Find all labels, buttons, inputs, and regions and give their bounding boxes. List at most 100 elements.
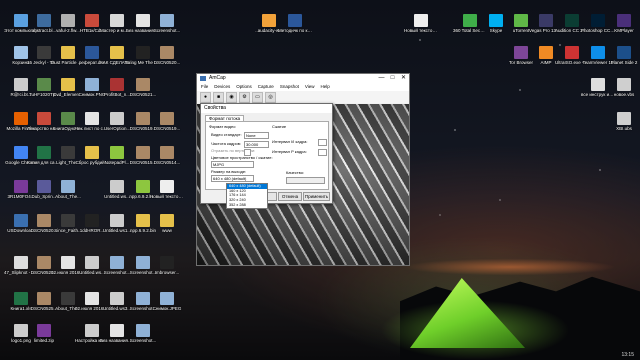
menu-view[interactable]: View (305, 83, 315, 91)
file-icon (14, 78, 28, 91)
desktop-icon-label: KMPlayer (614, 28, 634, 33)
color-space-select[interactable]: MJPG (211, 161, 254, 168)
cancel-button[interactable]: Отмена (278, 192, 302, 201)
file-icon (37, 256, 51, 269)
file-icon (85, 214, 99, 227)
folder-icon[interactable]: ▭ (252, 92, 263, 103)
menu-options[interactable]: Options (236, 83, 252, 91)
size-option[interactable]: 352 x 288 (227, 203, 267, 208)
file-icon (37, 46, 51, 59)
apply-button[interactable]: Применить (303, 192, 330, 201)
desktop-icon-label: Planet Side 2 (610, 60, 638, 65)
desktop-icon[interactable]: DSCN0520... (150, 46, 184, 74)
file-icon (61, 180, 75, 193)
desktop-icon-label: DSCN0521... (129, 92, 157, 97)
menu-help[interactable]: Help (321, 83, 330, 91)
desktop-icon[interactable]: KMPlayer (607, 14, 640, 42)
file-icon (617, 78, 631, 91)
p-interval-field[interactable] (318, 149, 327, 156)
file-icon (61, 214, 75, 227)
group-compression: Сжатие (272, 124, 287, 129)
stop-icon[interactable]: ■ (213, 92, 224, 103)
menu-capture[interactable]: Capture (258, 83, 274, 91)
menu-snapshot[interactable]: Snapshot (280, 83, 299, 91)
file-icon (160, 256, 174, 269)
desktop-icon-label: Снимок.JPEG (152, 306, 182, 311)
desktop-icon-label: DSCN0520... (153, 60, 181, 65)
desktop-icon[interactable]: Planet Side 2 (607, 46, 640, 74)
desktop-icon[interactable]: www (150, 214, 184, 242)
wallpaper-horizon (400, 255, 640, 275)
file-icon (37, 146, 51, 159)
desktop-icon[interactable]: DSCN0514... (150, 146, 184, 174)
file-icon (14, 180, 28, 193)
menu-file[interactable]: File (201, 83, 208, 91)
file-icon (160, 214, 174, 227)
file-icon (136, 180, 150, 193)
frame-rate-field[interactable]: 30.000 (244, 141, 269, 148)
maximize-button[interactable]: □ (387, 74, 398, 83)
file-icon (85, 256, 99, 269)
i-interval-field[interactable] (318, 139, 327, 146)
output-size-select[interactable]: 640 x 480 (default) (211, 175, 254, 182)
file-icon (136, 146, 150, 159)
file-icon (37, 14, 51, 27)
window-title: AmCap (209, 75, 226, 81)
file-icon (37, 214, 51, 227)
file-icon (136, 256, 150, 269)
file-icon (14, 14, 28, 27)
file-icon (14, 146, 28, 159)
toolbar: ● ■ ◉ ⚙ ▭ ◎ (197, 91, 409, 103)
snapshot-icon[interactable]: ◎ (265, 92, 276, 103)
file-icon (37, 78, 51, 91)
desktop-icon[interactable]: Новый текстов... (404, 14, 438, 42)
file-icon (85, 78, 99, 91)
app-icon (200, 76, 206, 81)
video-standard-select[interactable]: None (244, 132, 269, 139)
file-icon (61, 46, 75, 59)
desktop-icon[interactable]: XBI.ubs (607, 112, 640, 140)
quality-slider[interactable] (286, 177, 325, 184)
record-icon[interactable]: ● (200, 92, 211, 103)
file-icon (591, 78, 605, 91)
desktop-icon[interactable]: Методичк по книгам... (278, 14, 312, 42)
file-icon (414, 14, 428, 27)
file-icon (61, 256, 75, 269)
file-icon (288, 14, 302, 27)
desktop-icon[interactable]: DSCN0521... (126, 78, 160, 106)
desktop-icon[interactable]: About_The... (51, 180, 85, 208)
minimize-button[interactable]: — (376, 74, 387, 83)
desktop-icon-label: Screenshot... (153, 28, 181, 33)
desktop-icon[interactable]: Imbrowser... (150, 256, 184, 284)
dialog-title[interactable]: Свойства (201, 104, 332, 113)
file-icon (61, 14, 75, 27)
file-icon (14, 256, 28, 269)
desktop-icon-label: XBI.ubs (616, 126, 632, 131)
output-size-dropdown-list: 640 x 480 (default) 160 x 120 176 x 144 … (226, 183, 268, 209)
window-titlebar[interactable]: AmCap — □ ✕ (197, 74, 409, 83)
file-icon (617, 112, 631, 125)
desktop-icon-label: Screenshot... (129, 338, 157, 343)
file-icon (160, 14, 174, 27)
file-icon (110, 146, 124, 159)
desktop-icon[interactable]: новое.vbs (607, 78, 640, 106)
settings-icon[interactable]: ⚙ (239, 92, 250, 103)
desktop-icon[interactable]: Screenshot... (126, 324, 160, 352)
file-icon (110, 112, 124, 125)
desktop-icon-label: новое.vbs (613, 92, 635, 97)
taskbar-clock: 13:15 (621, 352, 634, 358)
camera-icon[interactable]: ◉ (226, 92, 237, 103)
menubar: File Devices Options Capture Snapshot Vi… (197, 83, 409, 91)
desktop-icon[interactable]: Screenshot... (150, 14, 184, 42)
close-button[interactable]: ✕ (398, 74, 409, 83)
menu-devices[interactable]: Devices (214, 83, 230, 91)
desktop-icon[interactable]: limited.zip (27, 324, 61, 352)
desktop-icon-label: Новый текстов... (404, 28, 438, 33)
desktop-icon[interactable]: Новый текстовый... (150, 180, 184, 208)
file-icon (85, 146, 99, 159)
file-icon (160, 146, 174, 159)
desktop-icon[interactable]: DSCN0519... (150, 112, 184, 140)
file-icon (591, 46, 605, 59)
desktop-icon[interactable]: Снимок.JPEG (150, 292, 184, 320)
file-icon (136, 112, 150, 125)
